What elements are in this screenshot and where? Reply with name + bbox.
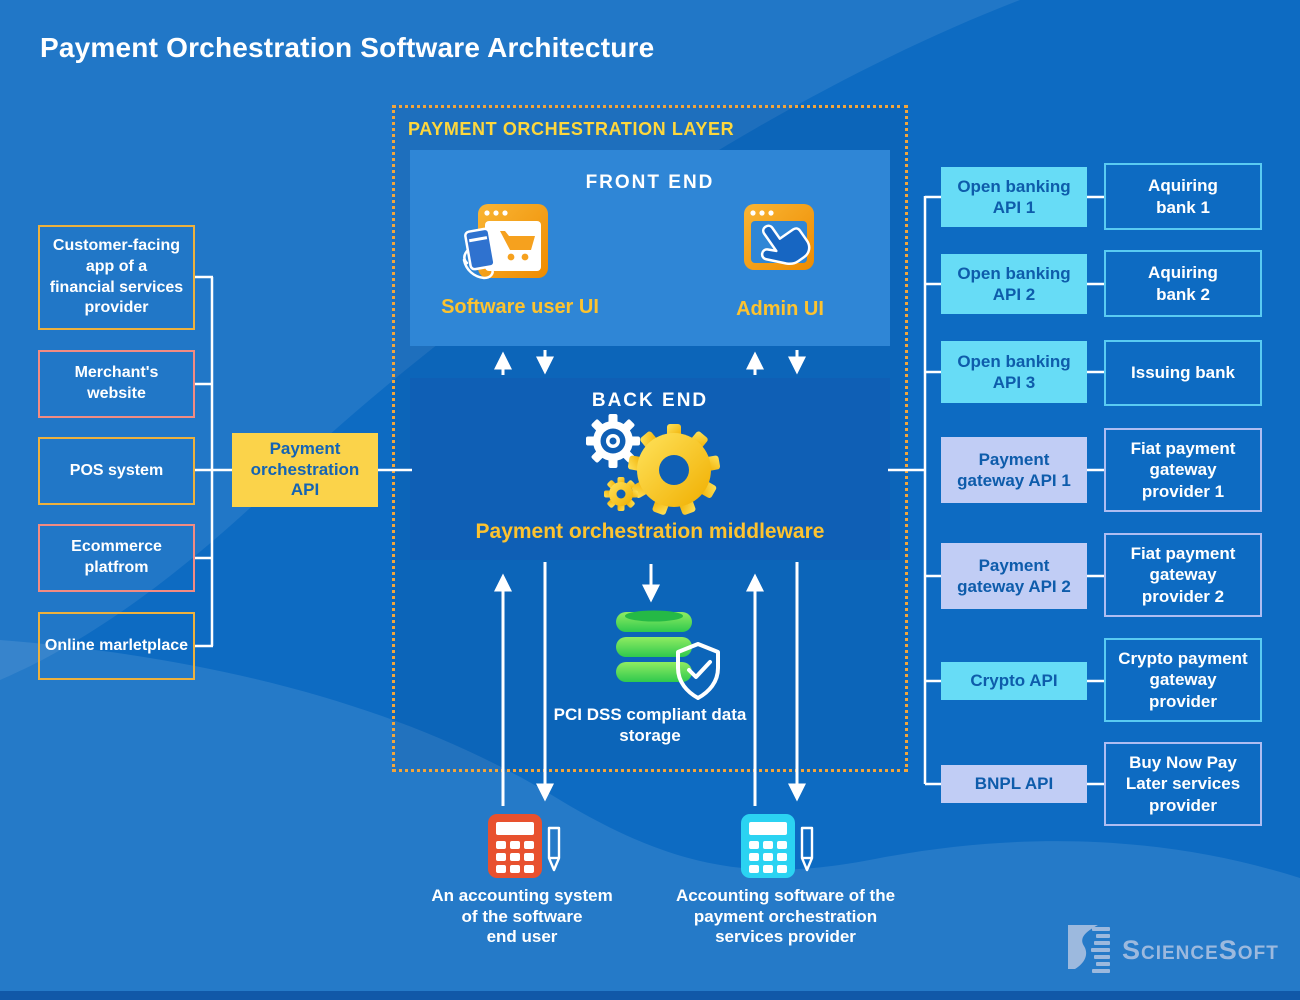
provider-label: Aquiring bank 2: [1131, 262, 1235, 305]
software-user-ui-icon: [458, 200, 550, 292]
middleware-label: Payment orchestration middleware: [410, 520, 890, 544]
infographic-canvas: Payment Orchestration Software Architect…: [0, 0, 1300, 1000]
provider-label: Buy Now Pay Later services provider: [1117, 752, 1249, 816]
provider-box-aquiring-bank-1: Aquiring bank 1: [1104, 163, 1262, 230]
layer-heading: PAYMENT ORCHESTRATION LAYER: [408, 119, 734, 140]
api-label: Open banking API 2: [944, 263, 1084, 306]
api-label: Payment gateway API 2: [944, 555, 1084, 598]
channel-label: Online marletplace: [45, 636, 188, 657]
api-box-crypto: Crypto API: [941, 662, 1087, 700]
provider-label: Aquiring bank 1: [1131, 175, 1235, 218]
api-box-payment-gateway-2: Payment gateway API 2: [941, 543, 1087, 609]
storage-label: PCI DSS compliant data storage: [545, 704, 755, 747]
calculator-icon-end-user: [486, 812, 564, 884]
admin-ui-label: Admin UI: [700, 298, 860, 321]
channel-label: POS system: [70, 461, 163, 482]
sciencesoft-logo: ScienceSoft: [1066, 924, 1279, 976]
channel-box-ecommerce-platform: Ecommerce platfrom: [38, 524, 195, 592]
secure-database-icon: [612, 608, 724, 704]
api-label: Open banking API 1: [944, 176, 1084, 219]
provider-label: Crypto payment gateway provider: [1117, 648, 1249, 712]
provider-box-aquiring-bank-2: Aquiring bank 2: [1104, 250, 1262, 317]
front-end-heading: FRONT END: [410, 172, 890, 194]
provider-box-crypto-gateway: Crypto payment gateway provider: [1104, 638, 1262, 722]
pencil-icon: [802, 828, 812, 870]
channel-box-merchant-website: Merchant's website: [38, 350, 195, 418]
channel-label: Customer-facing app of a financial servi…: [50, 236, 183, 319]
logo-text: ScienceSoft: [1122, 935, 1279, 966]
api-label: Crypto API: [970, 670, 1057, 691]
api-box-bnpl: BNPL API: [941, 765, 1087, 803]
channel-box-pos-system: POS system: [38, 437, 195, 505]
provider-label: Fiat payment gateway provider 1: [1117, 438, 1249, 502]
api-box-payment-gateway-1: Payment gateway API 1: [941, 437, 1087, 503]
api-label: BNPL API: [975, 773, 1053, 794]
channel-label: Ecommerce platfrom: [44, 537, 189, 579]
channel-box-customer-app: Customer-facing app of a financial servi…: [38, 225, 195, 330]
provider-label: Fiat payment gateway provider 2: [1117, 543, 1249, 607]
api-label: Payment gateway API 1: [944, 449, 1084, 492]
payment-orchestration-api-box: Payment orchestration API: [232, 433, 378, 507]
api-box-open-banking-1: Open banking API 1: [941, 167, 1087, 227]
page-title: Payment Orchestration Software Architect…: [40, 32, 840, 64]
api-box-open-banking-3: Open banking API 3: [941, 341, 1087, 403]
channel-label: Merchant's website: [44, 363, 189, 405]
api-orch-label: Payment orchestration API: [236, 439, 374, 500]
api-box-open-banking-2: Open banking API 2: [941, 254, 1087, 314]
channel-box-online-marketplace: Online marletplace: [38, 612, 195, 680]
provider-box-bnpl-provider: Buy Now Pay Later services provider: [1104, 742, 1262, 826]
gears-icon: [572, 408, 732, 526]
provider-box-fiat-gateway-2: Fiat payment gateway provider 2: [1104, 533, 1262, 617]
software-user-ui-label: Software user UI: [400, 296, 640, 319]
provider-box-issuing-bank: Issuing bank: [1104, 340, 1262, 406]
provider-box-fiat-gateway-1: Fiat payment gateway provider 1: [1104, 428, 1262, 512]
accounting-provider-label: Accounting software of the payment orche…: [658, 886, 913, 948]
calculator-icon-provider: [739, 812, 817, 884]
admin-ui-icon: [732, 200, 824, 292]
provider-label: Issuing bank: [1131, 362, 1235, 383]
api-label: Open banking API 3: [944, 351, 1084, 394]
pencil-icon: [549, 828, 559, 870]
sciencesoft-logo-icon: [1066, 924, 1112, 976]
accounting-end-user-label: An accounting system of the software end…: [402, 886, 642, 948]
